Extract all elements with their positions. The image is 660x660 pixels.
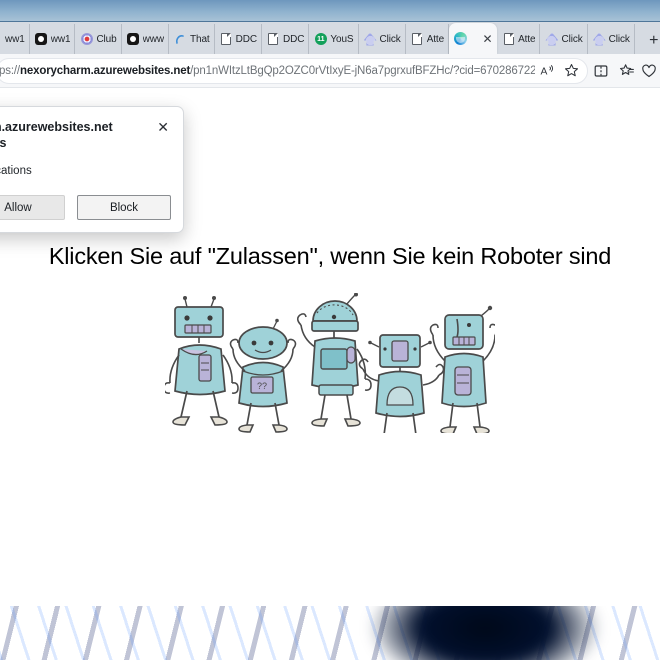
tab-label: ww1 — [5, 33, 25, 45]
browser-tab-2[interactable]: Club — [75, 24, 122, 54]
document-icon — [267, 33, 280, 46]
cloud-icon — [545, 32, 559, 46]
browser-tab-7[interactable]: 11 YouS — [309, 24, 359, 54]
dialog-body-text: notifications — [0, 165, 32, 178]
tab-label: Click — [608, 33, 630, 45]
browser-tab-3[interactable]: www — [122, 24, 169, 54]
document-icon — [220, 33, 233, 46]
browser-tab-active[interactable]: ✕ — [449, 23, 498, 54]
robot-5 — [429, 305, 499, 435]
robot-3 — [296, 292, 372, 427]
browser-tab-13[interactable]: Click — [588, 24, 635, 54]
tab-label: DDC — [282, 33, 305, 45]
collections-icon[interactable] — [614, 58, 640, 84]
split-screen-icon[interactable] — [588, 58, 614, 84]
url-domain: nexorycharm.azurewebsites.net — [19, 64, 191, 77]
tab-label: www — [142, 33, 164, 45]
window-top-strip — [0, 0, 660, 22]
browser-tab-1[interactable]: ww1 — [30, 24, 76, 54]
robot-4 — [358, 334, 445, 443]
cloud-icon — [363, 32, 377, 46]
edge-swoosh-icon — [175, 34, 184, 44]
document-icon — [411, 33, 424, 46]
svg-text:??: ?? — [257, 381, 267, 391]
edge-partial-icon — [174, 33, 187, 46]
tab-label: YouS — [330, 33, 354, 45]
tab-label: Click — [561, 33, 583, 45]
block-button[interactable]: Block — [77, 195, 171, 221]
target-icon — [80, 33, 93, 46]
tab-label: DDC — [235, 33, 257, 45]
dark-round-icon — [35, 33, 48, 46]
browser-tab-5[interactable]: DDC — [215, 24, 262, 54]
favorite-star-icon[interactable] — [559, 59, 583, 83]
green-badge-icon: 11 — [314, 33, 327, 46]
dialog-title: harm.azurewebsites.net wants — [0, 120, 113, 150]
browser-essentials-icon[interactable] — [640, 58, 658, 84]
address-bar[interactable]: ps://nexorycharm.azurewebsites.net/pn1nW… — [0, 57, 588, 84]
close-icon[interactable]: ✕ — [155, 119, 171, 135]
dialog-header: harm.azurewebsites.net wants ✕ — [0, 119, 171, 151]
document-icon — [502, 33, 515, 46]
url-text: ps://nexorycharm.azurewebsites.net/pn1nW… — [0, 64, 535, 77]
dark-round-icon — [127, 33, 140, 46]
robot-2: ?? — [229, 318, 297, 433]
tab-label: Atte — [426, 33, 445, 45]
tab-strip: ww1 ww1 Club www That DDC DDC 11 YouS Cl… — [0, 22, 660, 54]
dialog-actions: Allow Block — [0, 195, 171, 221]
tab-label: Click — [379, 33, 401, 45]
allow-button[interactable]: Allow — [0, 195, 65, 221]
close-icon[interactable]: ✕ — [480, 31, 495, 46]
browser-window: ww1 ww1 Club www That DDC DDC 11 YouS Cl… — [0, 22, 660, 606]
desktop-background: ww1 ww1 Club www That DDC DDC 11 YouS Cl… — [0, 0, 660, 660]
cloud-icon — [592, 32, 606, 46]
tab-label: Atte — [518, 33, 536, 45]
address-bar-row: ps://nexorycharm.azurewebsites.net/pn1nW… — [0, 54, 660, 88]
edge-icon — [454, 32, 468, 45]
browser-tab-4[interactable]: That — [169, 24, 215, 54]
browser-tab-0[interactable]: ww1 — [0, 24, 30, 54]
browser-tab-6[interactable]: DDC — [262, 24, 310, 54]
new-tab-button[interactable]: + — [641, 28, 660, 54]
five-robots-svg: ?? — [163, 292, 499, 443]
browser-tab-8[interactable]: Click — [359, 24, 406, 54]
browser-tab-11[interactable]: Atte — [497, 24, 541, 54]
svg-text:A: A — [540, 66, 547, 77]
tab-label: ww1 — [50, 33, 71, 45]
notification-permission-dialog: harm.azurewebsites.net wants ✕ notificat… — [0, 106, 184, 234]
read-aloud-icon[interactable]: A — [535, 59, 559, 83]
page-title: Klicken Sie auf "Zulassen", wenn Sie kei… — [48, 243, 612, 269]
tab-label: That — [189, 33, 210, 45]
tab-label: Club — [96, 33, 117, 45]
robot-1 — [163, 296, 239, 426]
browser-tab-12[interactable]: Click — [540, 24, 588, 54]
browser-tab-9[interactable]: Atte — [406, 24, 450, 54]
robots-illustration: ?? — [163, 292, 499, 443]
